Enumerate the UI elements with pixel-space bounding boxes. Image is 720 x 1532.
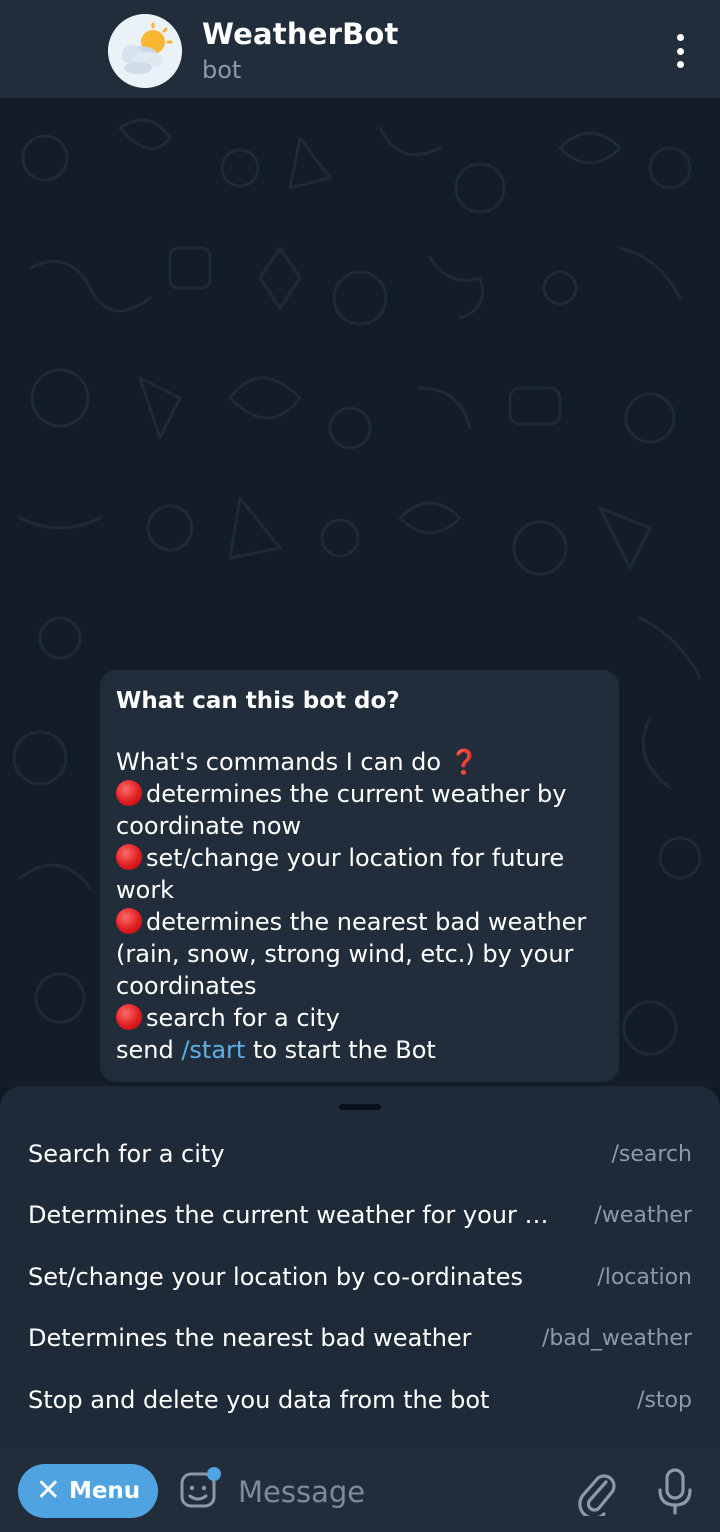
command-description: Stop and delete you data from the bot: [28, 1386, 490, 1414]
menu-button[interactable]: ✕ Menu: [18, 1464, 158, 1518]
chat-area: What can this bot do? What's commands I …: [0, 98, 720, 1088]
command-code: /stop: [637, 1388, 692, 1413]
command-code: /location: [597, 1265, 692, 1290]
microphone-icon[interactable]: [654, 1466, 696, 1516]
start-command-link[interactable]: /start: [181, 1036, 245, 1064]
chat-header: WeatherBot bot: [0, 0, 720, 98]
chat-subtitle: bot: [202, 56, 242, 84]
message-input-bar: ✕ Menu: [0, 1448, 720, 1532]
description-line: What's commands I can do ❓: [116, 748, 479, 776]
more-vertical-icon[interactable]: [666, 34, 694, 68]
close-icon: ✕: [35, 1473, 61, 1508]
description-line: determines the current weather by: [116, 778, 603, 810]
weather-sun-cloud-icon: [108, 14, 182, 88]
chat-title[interactable]: WeatherBot: [202, 17, 399, 51]
command-code: /weather: [594, 1203, 692, 1228]
description-line: work: [116, 876, 175, 904]
command-item-bad-weather[interactable]: Determines the nearest bad weather /bad_…: [0, 1312, 720, 1368]
red-circle-icon: [116, 844, 142, 870]
bot-description-card: What can this bot do? What's commands I …: [100, 670, 619, 1082]
description-line: coordinate now: [116, 812, 302, 840]
bot-avatar[interactable]: [108, 14, 182, 88]
command-description: Determines the current weather for your …: [28, 1201, 558, 1229]
red-circle-icon: [116, 908, 142, 934]
description-line: (rain, snow, strong wind, etc.) by your: [116, 940, 574, 968]
description-line: determines the nearest bad weather: [116, 906, 603, 938]
bot-description-heading: What can this bot do?: [116, 688, 400, 714]
description-line: coordinates: [116, 972, 257, 1000]
paperclip-icon[interactable]: [576, 1468, 618, 1516]
question-mark-icon: ❓: [449, 748, 479, 776]
description-line: set/change your location for future: [116, 842, 603, 874]
command-item-stop[interactable]: Stop and delete you data from the bot /s…: [0, 1374, 720, 1430]
description-line: search for a city: [116, 1002, 603, 1034]
message-input[interactable]: [238, 1470, 558, 1514]
command-description: Set/change your location by co-ordinates: [28, 1263, 524, 1291]
menu-button-label: Menu: [68, 1478, 141, 1504]
command-description: Search for a city: [28, 1140, 225, 1168]
command-item-search[interactable]: Search for a city /search: [0, 1128, 720, 1184]
command-code: /search: [611, 1142, 693, 1167]
command-description: Determines the nearest bad weather: [28, 1324, 472, 1352]
red-circle-icon: [116, 780, 142, 806]
description-line: send /start to start the Bot: [116, 1036, 436, 1064]
command-code: /bad_weather: [542, 1326, 692, 1351]
command-item-weather[interactable]: Determines the current weather for your …: [0, 1189, 720, 1245]
sticker-emoji-icon[interactable]: [178, 1466, 222, 1510]
red-circle-icon: [116, 1004, 142, 1030]
command-item-location[interactable]: Set/change your location by co-ordinates…: [0, 1251, 720, 1307]
sheet-drag-handle[interactable]: [339, 1104, 381, 1110]
bot-commands-menu: Search for a city /search Determines the…: [0, 1086, 720, 1448]
